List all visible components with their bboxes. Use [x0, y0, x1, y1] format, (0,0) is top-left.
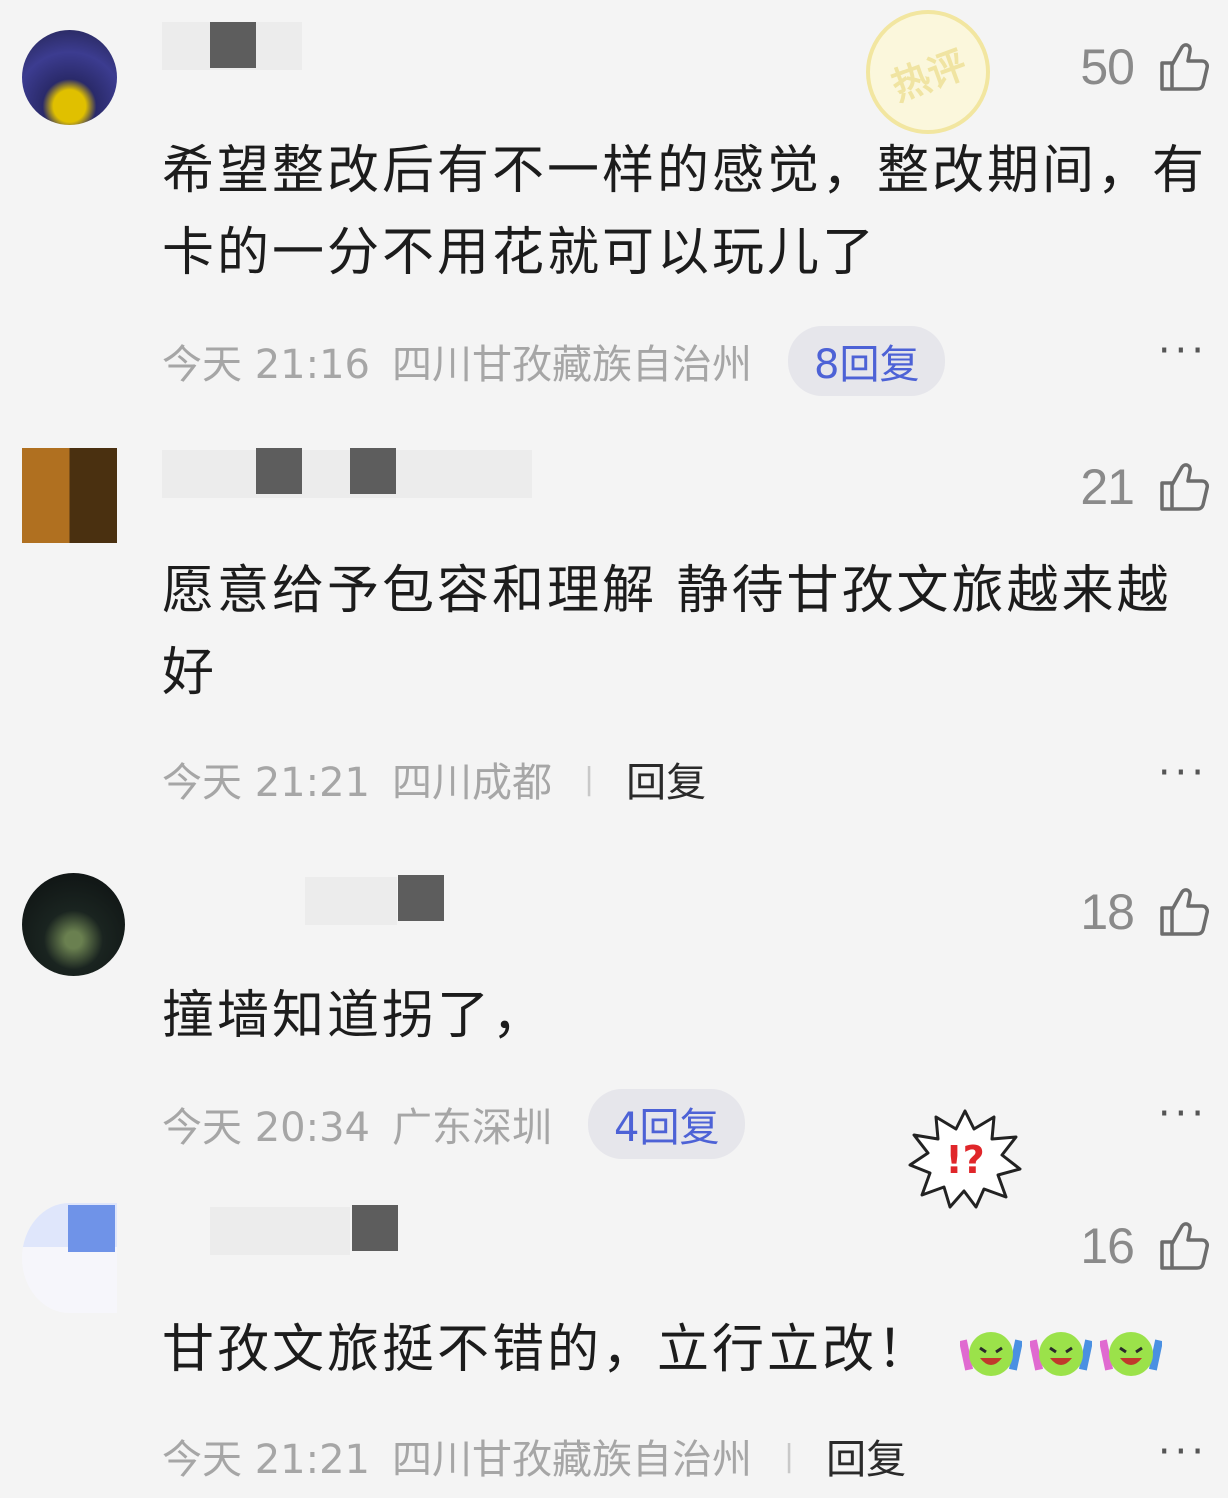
replies-button[interactable]: 8回复 [788, 326, 946, 396]
thumbs-up-icon [1160, 888, 1209, 936]
timestamp: 今天 20:34 [162, 1105, 370, 1151]
text-line: 撞墙知道拐了， [162, 986, 548, 1046]
like-count: 18 [1080, 884, 1135, 940]
like-count: 50 [1080, 39, 1135, 95]
text-line: 甘孜文旅挺不错的，立行立改！ [162, 1320, 933, 1380]
like-button[interactable]: 50 [1080, 38, 1212, 96]
text-line: 卡的一分不用花就可以玩儿了 [162, 223, 878, 283]
username-redaction [350, 448, 396, 494]
username-redaction [210, 22, 256, 68]
laughing-emoji-icon [959, 1332, 1022, 1376]
location: 广东深圳 [392, 1105, 552, 1151]
avatar[interactable] [22, 448, 117, 543]
timestamp: 今天 21:21 [162, 1437, 370, 1483]
thumbs-up-icon [1160, 43, 1209, 91]
username-mask [305, 877, 397, 925]
comment-text: 甘孜文旅挺不错的，立行立改！ [162, 1309, 1220, 1391]
separator: | [584, 761, 595, 797]
comment-meta: 今天 21:21 四川甘孜藏族自治州 | 回复 [162, 1427, 906, 1485]
username-mask [162, 450, 532, 498]
comment-meta: 今天 20:34 广东深圳 4回复 [162, 1089, 746, 1159]
avatar-tile [68, 1205, 115, 1252]
avatar[interactable] [22, 30, 117, 125]
username-redaction [256, 448, 302, 494]
like-button[interactable]: 21 [1080, 458, 1212, 516]
thumbs-up-icon [1160, 1222, 1209, 1270]
location: 四川甘孜藏族自治州 [392, 342, 752, 388]
more-icon[interactable]: ··· [1158, 1429, 1208, 1475]
comment-text: 希望整改后有不一样的感觉，整改期间，有 卡的一分不用花就可以玩儿了 [162, 130, 1220, 294]
replies-button[interactable]: 4回复 [588, 1089, 746, 1159]
text-line: 好 [162, 643, 218, 703]
comment-text: 撞墙知道拐了， [162, 975, 1220, 1057]
location: 四川甘孜藏族自治州 [392, 1437, 752, 1483]
more-icon[interactable]: ··· [1158, 750, 1208, 796]
avatar[interactable] [22, 873, 125, 976]
reply-button[interactable]: 回复 [626, 750, 706, 808]
location: 四川成都 [392, 760, 552, 806]
timestamp: 今天 21:21 [162, 760, 370, 806]
username-redaction [352, 1205, 398, 1251]
text-line: 希望整改后有不一样的感觉，整改期间，有 [162, 141, 1208, 201]
thumbs-up-icon [1160, 463, 1209, 511]
comment-meta: 今天 21:21 四川成都 | 回复 [162, 750, 706, 808]
laughing-emoji-icon [1029, 1332, 1092, 1376]
hot-comment-badge: 热评 [866, 10, 990, 134]
username-redaction [398, 875, 444, 921]
comment-text: 愿意给予包容和理解 静待甘孜文旅越来越 好 [162, 550, 1220, 714]
timestamp: 今天 21:16 [162, 342, 370, 388]
username-mask [210, 1207, 350, 1255]
more-icon[interactable]: ··· [1158, 1091, 1208, 1137]
comment-meta: 今天 21:16 四川甘孜藏族自治州 8回复 [162, 326, 946, 396]
text-line: 愿意给予包容和理解 静待甘孜文旅越来越 [162, 561, 1172, 621]
like-count: 21 [1080, 459, 1135, 515]
like-button[interactable]: 16 [1080, 1217, 1212, 1275]
like-button[interactable]: 18 [1080, 883, 1212, 941]
sticker-text: !? [945, 1138, 984, 1182]
reply-button[interactable]: 回复 [826, 1427, 906, 1485]
separator: | [784, 1438, 795, 1474]
like-count: 16 [1080, 1218, 1135, 1274]
more-icon[interactable]: ··· [1158, 328, 1208, 374]
laughing-emoji-icon [1099, 1332, 1162, 1376]
surprise-sticker: !? [908, 1109, 1022, 1209]
